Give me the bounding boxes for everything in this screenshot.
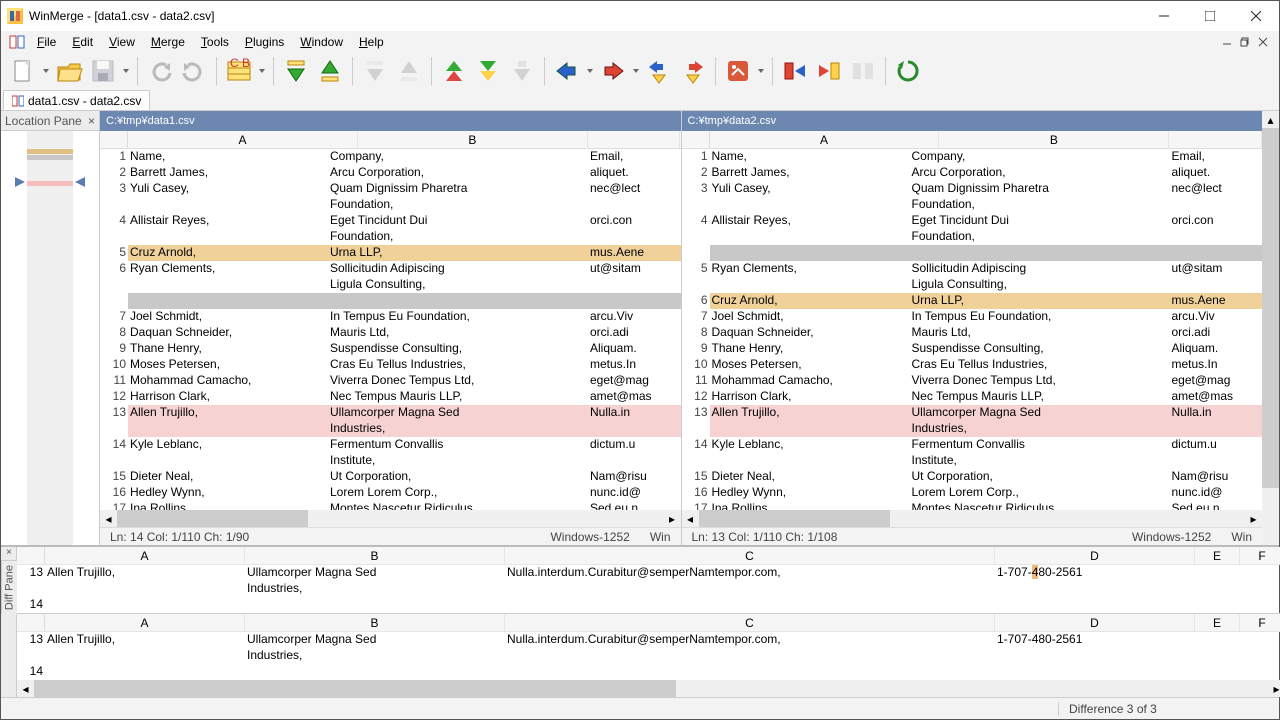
right-pane: C:¥tmp¥data2.csv AB 1Name,Company,Email,…: [682, 111, 1263, 545]
redo-button[interactable]: [178, 55, 210, 87]
diff-col-header[interactable]: E: [1195, 614, 1240, 631]
mdi-close-button[interactable]: [1255, 34, 1271, 50]
left-eol: Win: [640, 530, 681, 544]
diff-col-header[interactable]: F: [1240, 614, 1280, 631]
next-diff-button[interactable]: [280, 55, 312, 87]
diffpane-hscroll[interactable]: ◂▸: [17, 680, 1280, 697]
copy-right-advance-button[interactable]: [643, 55, 675, 87]
mdi-restore-button[interactable]: [1237, 34, 1253, 50]
diffpane-tab[interactable]: Diff Pane: [1, 561, 17, 614]
prev-diff-file-button[interactable]: [393, 55, 425, 87]
all-left-button[interactable]: [813, 55, 845, 87]
diff-col-header[interactable]: C: [505, 614, 995, 631]
maximize-button[interactable]: [1187, 1, 1233, 31]
left-hscroll[interactable]: ◂▸: [100, 510, 681, 527]
open-button[interactable]: [53, 55, 85, 87]
options-button[interactable]: [722, 55, 754, 87]
status-diff-count: Difference 3 of 3: [1058, 702, 1258, 716]
compare-icon: [12, 95, 24, 107]
diff-col-header[interactable]: B: [245, 547, 505, 564]
all-right-button[interactable]: [779, 55, 811, 87]
window-title: WinMerge - [data1.csv - data2.csv]: [29, 9, 1141, 23]
left-path-header[interactable]: C:¥tmp¥data1.csv: [100, 111, 681, 131]
location-pane-close-icon[interactable]: ×: [88, 114, 95, 128]
col-header[interactable]: B: [939, 131, 1169, 148]
copy-left-button[interactable]: [597, 55, 629, 87]
options-dropdown[interactable]: [756, 55, 766, 87]
table-dropdown[interactable]: [257, 55, 267, 87]
menu-window[interactable]: Window: [292, 32, 351, 52]
mdi-minimize-button[interactable]: [1219, 34, 1235, 50]
current-diff-button[interactable]: [506, 55, 538, 87]
app-icon: [7, 8, 23, 24]
doc-icon: [9, 34, 25, 50]
document-tabs: data1.csv - data2.csv: [1, 89, 1279, 111]
table-compare-button[interactable]: C B A: [223, 55, 255, 87]
statusbar: Difference 3 of 3: [1, 697, 1279, 719]
last-diff-button[interactable]: [438, 55, 470, 87]
col-header[interactable]: A: [710, 131, 940, 148]
right-cursor-pos: Ln: 13 Col: 1/110 Ch: 1/108: [682, 530, 848, 544]
copy-right-button[interactable]: [551, 55, 583, 87]
location-pane-header: Location Pane×: [1, 111, 99, 131]
new-button[interactable]: [7, 55, 39, 87]
menu-tools[interactable]: Tools: [193, 32, 237, 52]
menubar: FileEditViewMergeToolsPluginsWindowHelp: [1, 31, 1279, 53]
left-pane: C:¥tmp¥data1.csv AB 1Name,Company,Email,…: [100, 111, 682, 545]
prev-diff-button[interactable]: [314, 55, 346, 87]
diff-col-header[interactable]: F: [1240, 547, 1280, 564]
new-dropdown[interactable]: [41, 55, 51, 87]
col-header[interactable]: A: [128, 131, 358, 148]
save-button[interactable]: [87, 55, 119, 87]
menu-edit[interactable]: Edit: [64, 32, 101, 52]
diff-col-header[interactable]: A: [45, 614, 245, 631]
document-tab[interactable]: data1.csv - data2.csv: [3, 90, 150, 110]
diff-col-header[interactable]: E: [1195, 547, 1240, 564]
left-grid[interactable]: 1Name,Company,Email,2Barrett James,Arcu …: [100, 149, 681, 510]
close-button[interactable]: [1233, 1, 1279, 31]
first-diff-button[interactable]: [472, 55, 504, 87]
left-encoding: Windows-1252: [540, 530, 639, 544]
undo-button[interactable]: [144, 55, 176, 87]
right-hscroll[interactable]: ◂▸: [682, 510, 1263, 527]
right-grid[interactable]: 1Name,Company,Email,2Barrett James,Arcu …: [682, 149, 1263, 510]
diff-col-header[interactable]: A: [45, 547, 245, 564]
copy-left-dropdown[interactable]: [631, 55, 641, 87]
save-dropdown[interactable]: [121, 55, 131, 87]
location-pane[interactable]: [1, 131, 99, 545]
menu-file[interactable]: File: [29, 32, 64, 52]
right-encoding: Windows-1252: [1122, 530, 1221, 544]
left-cursor-pos: Ln: 14 Col: 1/110 Ch: 1/90: [100, 530, 259, 544]
menu-merge[interactable]: Merge: [143, 32, 193, 52]
svg-text:C B A: C B A: [230, 57, 253, 70]
diff-col-header[interactable]: B: [245, 614, 505, 631]
titlebar: WinMerge - [data1.csv - data2.csv]: [1, 1, 1279, 31]
right-eol: Win: [1221, 530, 1262, 544]
diff-col-header[interactable]: D: [995, 547, 1195, 564]
minimize-button[interactable]: [1141, 1, 1187, 31]
swap-button[interactable]: [847, 55, 879, 87]
copy-left-advance-button[interactable]: [677, 55, 709, 87]
refresh-button[interactable]: [892, 55, 924, 87]
right-path-header[interactable]: C:¥tmp¥data2.csv: [682, 111, 1263, 131]
col-header[interactable]: B: [358, 131, 588, 148]
copy-right-dropdown[interactable]: [585, 55, 595, 87]
diff-col-header[interactable]: C: [505, 547, 995, 564]
vertical-scrollbar[interactable]: ▴: [1262, 111, 1279, 545]
diffpane-close-icon[interactable]: ×: [1, 547, 17, 561]
next-diff-file-button[interactable]: [359, 55, 391, 87]
document-tab-label: data1.csv - data2.csv: [28, 94, 141, 108]
menu-help[interactable]: Help: [351, 32, 392, 52]
diff-col-header[interactable]: D: [995, 614, 1195, 631]
menu-plugins[interactable]: Plugins: [237, 32, 292, 52]
toolbar: C B A: [1, 53, 1279, 89]
menu-view[interactable]: View: [101, 32, 143, 52]
